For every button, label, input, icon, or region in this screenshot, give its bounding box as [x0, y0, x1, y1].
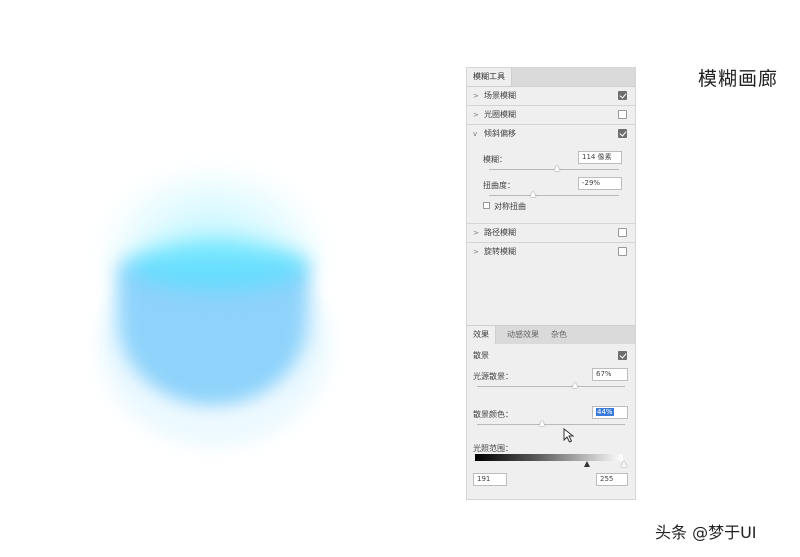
blur-item-field[interactable]: > 场景模糊 [467, 88, 635, 104]
chevron-down-icon[interactable]: v [473, 126, 477, 142]
bokeh-row[interactable]: 散景 [467, 348, 635, 364]
blur-item-label: 倾斜偏移 [484, 129, 516, 138]
distortion-field[interactable]: -29% [578, 177, 622, 190]
blur-item-spin[interactable]: > 旋转模糊 [467, 244, 635, 260]
blur-item-label: 旋转模糊 [484, 247, 516, 256]
blur-item-tilt-shift[interactable]: v 倾斜偏移 [467, 126, 635, 142]
chevron-right-icon[interactable]: > [473, 244, 479, 260]
light-range-max-field[interactable]: 255 [596, 473, 628, 486]
mouse-cursor-icon [563, 428, 575, 443]
bokeh-color-knob[interactable] [539, 420, 545, 426]
divider [467, 223, 635, 224]
spin-blur-checkbox[interactable] [618, 247, 627, 256]
chevron-right-icon[interactable]: > [473, 107, 479, 123]
effects-tabbar: 效果 动感效果 杂色 [467, 325, 635, 344]
blur-item-path[interactable]: > 路径模糊 [467, 225, 635, 241]
distortion-slider[interactable] [489, 195, 619, 196]
watermark: 头条 @梦于UI [655, 523, 757, 542]
symmetric-label: 对称扭曲 [494, 202, 526, 211]
bokeh-label: 散景 [473, 351, 489, 360]
gallery-title: 模糊画廊 [698, 68, 779, 90]
canvas-preview [0, 0, 460, 557]
bokeh-checkbox[interactable] [618, 351, 627, 360]
distortion-label: 扭曲度： [483, 181, 515, 190]
light-bokeh-slider[interactable] [477, 386, 625, 387]
tab-blur-tools[interactable]: 模糊工具 [467, 68, 512, 86]
blur-amount-label: 模糊： [483, 155, 507, 164]
chevron-right-icon[interactable]: > [473, 88, 479, 104]
distortion-knob[interactable] [530, 191, 536, 197]
light-range-gradient [475, 454, 623, 461]
light-bokeh-field[interactable]: 67% [592, 368, 628, 381]
blur-item-label: 路径模糊 [484, 228, 516, 237]
panel-tabbar: 模糊工具 [467, 68, 635, 87]
divider [467, 105, 635, 106]
light-range-min-field[interactable]: 191 [473, 473, 507, 486]
tilt-shift-checkbox[interactable] [618, 129, 627, 138]
symmetric-checkbox[interactable] [483, 202, 490, 209]
iris-blur-checkbox[interactable] [618, 110, 627, 119]
light-range-max-knob[interactable] [621, 461, 627, 467]
blurred-cyan-band [128, 240, 308, 290]
bokeh-color-label: 散景颜色： [473, 410, 513, 419]
bokeh-color-field[interactable]: 44% [592, 406, 628, 419]
blur-tools-panel: 模糊工具 > 场景模糊 > 光圈模糊 v 倾斜偏移 模糊： 114 像素 扭曲度… [466, 67, 636, 500]
tab-motion-effects[interactable]: 动感效果 [503, 326, 543, 344]
tab-noise[interactable]: 杂色 [547, 326, 571, 344]
blur-item-label: 光圈模糊 [484, 110, 516, 119]
light-bokeh-knob[interactable] [572, 382, 578, 388]
path-blur-checkbox[interactable] [618, 228, 627, 237]
light-range-min-knob[interactable] [584, 461, 590, 467]
light-bokeh-label: 光源散景： [473, 372, 513, 381]
blur-amount-field[interactable]: 114 像素 [578, 151, 622, 164]
field-blur-checkbox[interactable] [618, 91, 627, 100]
blur-item-label: 场景模糊 [484, 91, 516, 100]
blur-item-iris[interactable]: > 光圈模糊 [467, 107, 635, 123]
light-range-label: 光照范围： [473, 444, 513, 453]
bokeh-color-value: 44% [596, 408, 614, 416]
divider [467, 124, 635, 125]
bokeh-color-slider[interactable] [477, 424, 625, 425]
blur-amount-knob[interactable] [554, 165, 560, 171]
chevron-right-icon[interactable]: > [473, 225, 479, 241]
tab-effects[interactable]: 效果 [467, 326, 496, 344]
divider [467, 242, 635, 243]
